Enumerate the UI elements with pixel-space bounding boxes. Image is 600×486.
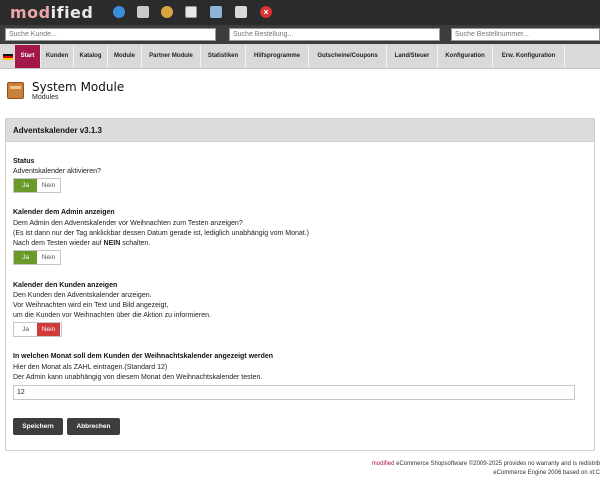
settings-icon[interactable] bbox=[210, 6, 222, 18]
cache-icon[interactable] bbox=[235, 6, 247, 18]
nav-statistiken[interactable]: Statistiken bbox=[201, 45, 246, 68]
admin-desc-3: Nach dem Testen wieder auf NEIN schalten… bbox=[13, 240, 151, 247]
status-yes-option[interactable]: Ja bbox=[14, 179, 37, 192]
page-title: System Module bbox=[32, 80, 125, 94]
main-nav: Start Kunden Katalog Module Partner Modu… bbox=[0, 44, 600, 69]
customers-yes-option[interactable]: Ja bbox=[14, 323, 37, 336]
customer-search-input[interactable] bbox=[5, 28, 216, 41]
customers-heading: Kalender den Kunden anzeigen bbox=[13, 282, 118, 289]
admin-desc-1: Dem Admin den Adventskalender vor Weihna… bbox=[13, 220, 243, 227]
orders-icon[interactable] bbox=[137, 6, 149, 18]
nav-module[interactable]: Module bbox=[108, 45, 142, 68]
nav-katalog[interactable]: Katalog bbox=[74, 45, 108, 68]
search-bar bbox=[0, 25, 600, 44]
month-input[interactable] bbox=[13, 385, 575, 400]
customers-desc-1: Den Kunden den Adventskalender anzeigen. bbox=[13, 292, 152, 299]
order-search-input[interactable] bbox=[229, 28, 440, 41]
save-button[interactable]: Speichern bbox=[13, 418, 63, 435]
document-icon[interactable] bbox=[185, 6, 197, 18]
admin-no-option[interactable]: Nein bbox=[37, 251, 60, 264]
admin-toggle: Ja Nein bbox=[13, 250, 61, 265]
customers-desc-2: Vor Weihnachten wird ein Text und Bild a… bbox=[13, 302, 169, 309]
globe-icon[interactable] bbox=[113, 6, 125, 18]
customers-desc-3: um die Kunden vor Weihnachten über die A… bbox=[13, 312, 211, 319]
nav-gutscheine[interactable]: Gutscheine/Coupons bbox=[309, 45, 387, 68]
cancel-button[interactable]: Abbrechen bbox=[67, 418, 120, 435]
admin-desc-2: (Es ist dann nur der Tag anklickbar dess… bbox=[13, 230, 309, 237]
logo[interactable]: modified bbox=[10, 3, 93, 22]
nav-partner-module[interactable]: Partner Module bbox=[142, 45, 201, 68]
module-settings-header: Adventskalender v3.1.3 bbox=[5, 118, 595, 142]
module-box-icon bbox=[7, 82, 24, 99]
customers-icon[interactable] bbox=[161, 6, 173, 18]
status-no-option[interactable]: Nein bbox=[37, 179, 60, 192]
nav-land-steuer[interactable]: Land/Steuer bbox=[387, 45, 438, 68]
month-heading: In welchen Monat soll dem Kunden der Wei… bbox=[13, 353, 274, 360]
german-flag-icon[interactable] bbox=[3, 54, 13, 60]
customers-toggle: Ja Nein bbox=[13, 322, 62, 337]
nav-konfiguration[interactable]: Konfiguration bbox=[438, 45, 493, 68]
month-desc-2: Der Admin kann unabhängig von diesem Mon… bbox=[13, 374, 263, 381]
admin-yes-option[interactable]: Ja bbox=[14, 251, 37, 264]
status-desc: Adventskalender aktivieren? bbox=[13, 168, 101, 175]
customers-no-option[interactable]: Nein bbox=[37, 323, 60, 336]
admin-heading: Kalender dem Admin anzeigen bbox=[13, 209, 115, 216]
month-desc-1: Hier den Monat als ZAHL eintragen.(Stand… bbox=[13, 364, 168, 371]
status-toggle: Ja Nein bbox=[13, 178, 61, 193]
footer-copyright: modified eCommerce Shopsoftware ©2009-20… bbox=[371, 461, 600, 467]
status-heading: Status bbox=[13, 158, 35, 165]
footer-engine: eCommerce Engine 2006 based on xt:C bbox=[493, 470, 600, 476]
nav-hilfsprogramme[interactable]: Hilfsprogramme bbox=[246, 45, 309, 68]
top-bar: modified × bbox=[0, 0, 600, 25]
logout-icon[interactable]: × bbox=[260, 6, 272, 18]
nav-erw-konfiguration[interactable]: Erw. Konfiguration bbox=[493, 45, 565, 68]
module-name: Adventskalender v3.1.3 bbox=[13, 126, 102, 135]
nav-kunden[interactable]: Kunden bbox=[41, 45, 74, 68]
order-number-search-input[interactable] bbox=[451, 28, 600, 41]
nav-start[interactable]: Start bbox=[15, 45, 41, 68]
page-subtitle: Modules bbox=[32, 94, 59, 101]
